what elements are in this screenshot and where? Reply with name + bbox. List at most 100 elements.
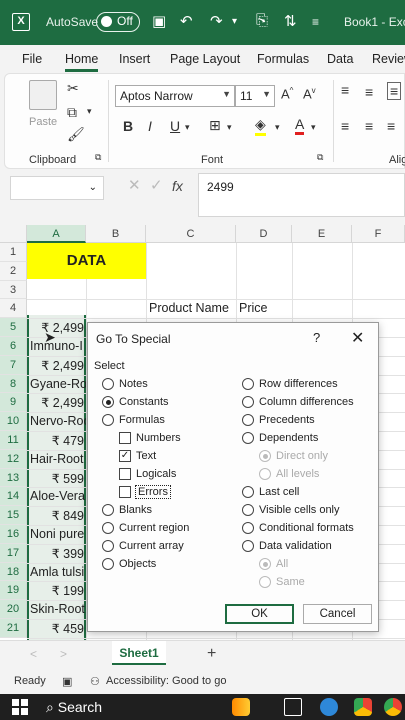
italic-button[interactable]: I: [148, 118, 152, 134]
column-header[interactable]: D: [236, 225, 292, 243]
borders-dropdown-icon[interactable]: ▾: [227, 122, 232, 133]
close-button[interactable]: ✕: [351, 328, 364, 348]
chrome-icon[interactable]: [354, 698, 372, 716]
chrome-icon[interactable]: [384, 698, 402, 716]
product-name-header[interactable]: Product Name: [149, 301, 229, 315]
tab-data[interactable]: Data: [327, 52, 353, 66]
fill-dropdown-icon[interactable]: ▾: [275, 122, 280, 133]
edge-icon[interactable]: [320, 698, 338, 716]
customize-icon[interactable]: ≡: [312, 15, 319, 29]
price-cell[interactable]: ₹ 399: [28, 546, 86, 561]
option-notes[interactable]: Notes: [102, 378, 148, 390]
option-objects[interactable]: Objects: [102, 558, 156, 570]
option-precedents[interactable]: Precedents: [242, 414, 315, 426]
option-current-array[interactable]: Current array: [102, 540, 184, 552]
insert-function-button[interactable]: fx: [172, 178, 183, 194]
underline-dropdown-icon[interactable]: ▾: [185, 122, 190, 133]
row-header[interactable]: 14: [0, 487, 27, 507]
row-header[interactable]: 17: [0, 543, 27, 563]
copy-dropdown-icon[interactable]: ▾: [87, 106, 92, 117]
select-all-corner[interactable]: [0, 225, 27, 243]
row-header[interactable]: 4: [0, 299, 27, 319]
option-dependents[interactable]: Dependents: [242, 432, 318, 444]
column-header[interactable]: A: [27, 225, 86, 243]
price-header[interactable]: Price: [239, 301, 267, 315]
align-top-icon[interactable]: ≡: [341, 82, 349, 98]
row-header[interactable]: 15: [0, 506, 27, 525]
paste-button[interactable]: Paste: [29, 116, 57, 128]
row-header[interactable]: 5: [0, 318, 27, 337]
increase-font-icon[interactable]: A^: [281, 86, 293, 101]
row-header[interactable]: 16: [0, 525, 27, 544]
ok-button[interactable]: OK: [225, 604, 294, 624]
windows-start-icon[interactable]: [12, 699, 28, 715]
cancel-button[interactable]: Cancel: [303, 604, 372, 624]
data-title-cell[interactable]: DATA: [27, 243, 146, 279]
option-conditional-formats[interactable]: Conditional formats: [242, 522, 354, 534]
row-header[interactable]: 11: [0, 431, 27, 450]
align-bottom-icon[interactable]: ≡: [387, 82, 402, 100]
macro-record-icon[interactable]: ▣: [62, 675, 72, 688]
cancel-entry-icon[interactable]: ✕: [128, 176, 141, 194]
row-header[interactable]: 7: [0, 355, 27, 375]
check-errors[interactable]: Errors: [119, 485, 171, 499]
sort-icon[interactable]: ⇅: [284, 12, 297, 30]
fill-color-icon[interactable]: ◈: [255, 116, 266, 136]
price-cell[interactable]: ₹ 199: [28, 583, 86, 598]
row-header[interactable]: 21: [0, 619, 27, 638]
price-cell[interactable]: ₹ 459: [28, 621, 86, 636]
tab-page-layout[interactable]: Page Layout: [170, 52, 240, 66]
option-all-levels[interactable]: All levels: [259, 468, 319, 480]
undo-icon[interactable]: ↶: [180, 12, 193, 30]
row-header[interactable]: 1: [0, 243, 27, 262]
undo-dropdown-icon[interactable]: ▾: [232, 16, 237, 27]
column-header[interactable]: F: [352, 225, 405, 243]
row-header[interactable]: 18: [0, 562, 27, 582]
bold-button[interactable]: B: [123, 118, 133, 134]
option-data-validation[interactable]: Data validation: [242, 540, 332, 552]
product-cell[interactable]: Nervo-Roo: [28, 414, 86, 428]
tab-insert[interactable]: Insert: [119, 52, 150, 66]
product-cell[interactable]: Hair-Root: [28, 452, 86, 466]
share-icon[interactable]: ⎘: [256, 12, 268, 29]
row-header[interactable]: 12: [0, 449, 27, 469]
price-cell[interactable]: ₹ 849: [28, 508, 86, 523]
font-size-select[interactable]: 11 ▼: [235, 85, 275, 107]
tab-home[interactable]: Home: [65, 52, 99, 72]
paste-icon[interactable]: [29, 80, 57, 110]
task-view-icon[interactable]: [284, 698, 302, 716]
taskbar-app-icon[interactable]: [232, 698, 250, 716]
price-cell[interactable]: ₹ 479: [28, 433, 86, 448]
tab-file[interactable]: File: [22, 52, 42, 66]
option-row-differences[interactable]: Row differences: [242, 378, 338, 390]
font-name-select[interactable]: Aptos Narrow ▼: [115, 85, 235, 107]
price-cell[interactable]: ₹ 2,499: [28, 320, 86, 335]
product-cell[interactable]: Noni pure: [28, 527, 86, 541]
decrease-font-icon[interactable]: Av: [303, 86, 316, 101]
row-header[interactable]: 10: [0, 412, 27, 431]
accessibility-status[interactable]: Accessibility: Good to go: [106, 675, 226, 687]
row-header[interactable]: 2: [0, 261, 27, 281]
add-sheet-button[interactable]: +: [207, 645, 216, 663]
row-header[interactable]: 13: [0, 468, 27, 488]
font-color-icon[interactable]: A: [295, 116, 305, 135]
align-left-icon[interactable]: ≡: [341, 118, 349, 134]
price-cell[interactable]: ₹ 599: [28, 471, 86, 486]
cut-icon[interactable]: ✂: [67, 80, 79, 97]
align-center-icon[interactable]: ≡: [365, 118, 373, 134]
product-cell[interactable]: Aloe-Vera: [28, 489, 86, 503]
save-icon[interactable]: ▣: [152, 12, 166, 30]
product-cell[interactable]: Immuno-I: [28, 339, 86, 353]
column-header[interactable]: E: [292, 225, 352, 243]
chevron-right-icon[interactable]: >: [60, 647, 67, 661]
font-color-dropdown-icon[interactable]: ▾: [311, 122, 316, 133]
row-header[interactable]: 19: [0, 581, 27, 601]
name-box[interactable]: ⌄: [10, 176, 104, 200]
check-text[interactable]: ✓ Text: [119, 450, 156, 462]
formula-input[interactable]: 2499: [198, 173, 405, 217]
autosave-toggle[interactable]: Off: [96, 12, 140, 32]
redo-icon[interactable]: ↷: [210, 12, 223, 30]
check-logicals[interactable]: Logicals: [119, 468, 176, 480]
sheet-tab-sheet1[interactable]: Sheet1: [112, 641, 166, 665]
option-formulas[interactable]: Formulas: [102, 414, 165, 426]
